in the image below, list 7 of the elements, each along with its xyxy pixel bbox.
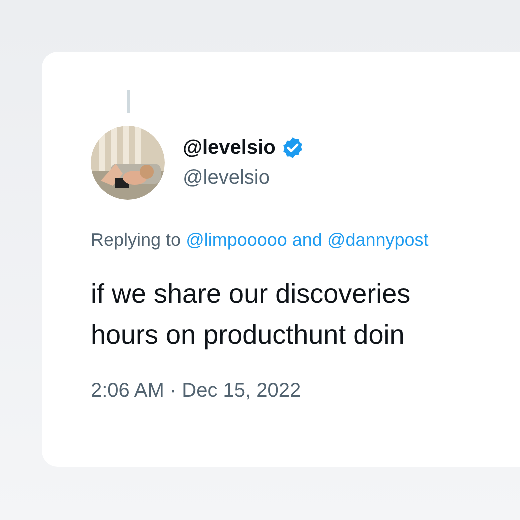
- display-name: @levelsio: [183, 136, 276, 161]
- tweet-text-line: hours on producthunt doin: [91, 319, 405, 352]
- user-handle: @levelsio: [183, 166, 272, 191]
- mention-link[interactable]: @limpooooo and @dannypost: [186, 230, 429, 250]
- tweet-text-line: if we share our discoveries: [91, 278, 411, 311]
- timestamp: 2:06 AM · Dec 15, 2022: [91, 379, 302, 404]
- replying-label: Replying to: [91, 230, 182, 250]
